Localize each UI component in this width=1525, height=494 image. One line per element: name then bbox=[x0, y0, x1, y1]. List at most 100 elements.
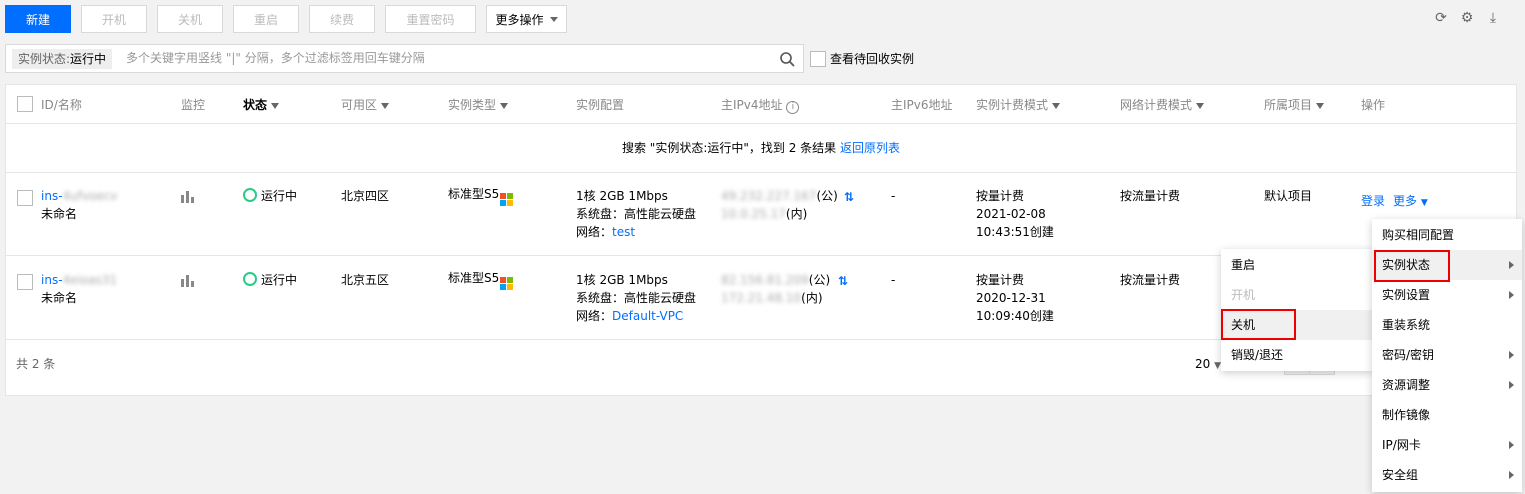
total-count: 共 2 条 bbox=[16, 357, 56, 371]
search-bar[interactable]: 实例状态:运行中 多个关键字用竖线 "|" 分隔，多个过滤标签用回车键分隔 bbox=[5, 44, 804, 73]
filter-tag[interactable]: 实例状态:运行中 bbox=[12, 49, 113, 69]
start-button[interactable]: 开机 bbox=[81, 5, 147, 33]
instance-id-prefix: ins- bbox=[41, 189, 63, 203]
private-ip: 172.21.48.10(内) bbox=[721, 289, 823, 307]
private-ip-suffix: (内) bbox=[801, 291, 823, 305]
billing-date: 2021-02-08 bbox=[976, 207, 1046, 221]
menu-item-security-group[interactable]: 安全组 bbox=[1372, 460, 1522, 490]
instance-type: 标准型S5 bbox=[448, 185, 514, 206]
billing-time: 10:43:51创建 bbox=[976, 225, 1054, 239]
col-ipv6: 主IPv6地址 bbox=[891, 98, 953, 112]
new-button[interactable]: 新建 bbox=[5, 5, 71, 33]
menu-item-restart[interactable]: 重启 bbox=[1221, 250, 1373, 280]
filter-icon[interactable] bbox=[500, 102, 509, 109]
public-ip-value: 49.232.227.167 bbox=[721, 189, 817, 203]
download-icon[interactable]: ⤓ bbox=[1485, 10, 1501, 26]
switch-ip-icon[interactable]: ⇅ bbox=[838, 272, 848, 290]
menu-item-password-key[interactable]: 密码/密钥 bbox=[1372, 340, 1522, 370]
menu-item-create-image[interactable]: 制作镜像 bbox=[1372, 400, 1522, 430]
col-net-billing[interactable]: 网络计费模式 bbox=[1120, 96, 1205, 113]
menu-item-instance-settings[interactable]: 实例设置 bbox=[1372, 280, 1522, 310]
search-result-text: 搜索 "实例状态:运行中"，找到 2 条结果 bbox=[621, 141, 837, 155]
menu-item-resource-adjust-label: 资源调整 bbox=[1382, 378, 1431, 392]
windows-icon bbox=[500, 193, 514, 206]
login-link[interactable]: 登录 bbox=[1361, 192, 1385, 210]
instance-type-text: 标准型S5 bbox=[448, 187, 500, 201]
config-spec: 1核 2GB 1Mbps bbox=[576, 273, 668, 287]
row-checkbox[interactable] bbox=[17, 190, 33, 206]
project: 默认项目 bbox=[1264, 189, 1313, 203]
instance-id-link[interactable]: ins-4ufvoecv bbox=[41, 187, 118, 205]
caret-down-icon: ▼ bbox=[1420, 198, 1428, 208]
public-ip: 82.156.81.209(公) bbox=[721, 271, 830, 289]
col-billing-label: 实例计费模式 bbox=[976, 98, 1049, 112]
menu-item-instance-settings-label: 实例设置 bbox=[1382, 288, 1431, 302]
chevron-right-icon bbox=[1509, 381, 1514, 389]
col-status[interactable]: 状态 bbox=[243, 96, 280, 113]
col-zone[interactable]: 可用区 bbox=[341, 96, 390, 113]
stop-button[interactable]: 关机 bbox=[157, 5, 223, 33]
config-spec: 1核 2GB 1Mbps bbox=[576, 189, 668, 203]
menu-item-resource-adjust[interactable]: 资源调整 bbox=[1372, 370, 1522, 400]
recycle-label: 查看待回收实例 bbox=[830, 52, 915, 66]
chevron-down-icon bbox=[549, 16, 558, 22]
highlight-stop bbox=[1221, 309, 1296, 340]
highlight-instance-status bbox=[1374, 250, 1450, 282]
menu-item-password-key-label: 密码/密钥 bbox=[1382, 348, 1435, 362]
instance-id-link[interactable]: ins-4eioas31 bbox=[41, 271, 117, 289]
filter-icon[interactable] bbox=[1052, 102, 1061, 109]
page-size-select[interactable]: 20 ▼ bbox=[1195, 355, 1221, 375]
col-zone-label: 可用区 bbox=[341, 98, 378, 112]
restart-button[interactable]: 重启 bbox=[233, 5, 299, 33]
network-link[interactable]: test bbox=[612, 225, 635, 239]
filter-icon[interactable] bbox=[1196, 102, 1205, 109]
search-icon[interactable] bbox=[779, 51, 795, 67]
instance-id-rest: 4eioas31 bbox=[62, 273, 118, 287]
private-ip-value: 172.21.48.10 bbox=[721, 291, 802, 305]
chevron-right-icon bbox=[1509, 471, 1514, 479]
instance-type: 标准型S5 bbox=[448, 269, 514, 290]
config-disk: 系统盘：高性能云硬盘 bbox=[576, 207, 697, 221]
row-checkbox[interactable] bbox=[17, 274, 33, 290]
more-actions-label: 更多操作 bbox=[495, 12, 544, 27]
config-network: 网络：test bbox=[576, 223, 635, 241]
filter-icon[interactable] bbox=[1316, 102, 1325, 109]
col-billing[interactable]: 实例计费模式 bbox=[976, 96, 1061, 113]
col-project[interactable]: 所属项目 bbox=[1264, 96, 1325, 113]
menu-item-destroy[interactable]: 销毁/退还 bbox=[1221, 340, 1373, 370]
billing-date: 2020-12-31 bbox=[976, 291, 1046, 305]
col-type[interactable]: 实例类型 bbox=[448, 96, 509, 113]
recycle-checkbox[interactable] bbox=[810, 51, 826, 67]
chevron-right-icon bbox=[1509, 291, 1514, 299]
public-ip-value: 82.156.81.209 bbox=[721, 273, 809, 287]
menu-item-ip-nic-label: IP/网卡 bbox=[1382, 438, 1421, 452]
menu-item-reinstall[interactable]: 重装系统 bbox=[1372, 310, 1522, 340]
monitor-icon[interactable] bbox=[181, 275, 194, 287]
more-actions-dropdown[interactable]: 更多操作 bbox=[486, 5, 567, 33]
billing-mode: 按量计费 bbox=[976, 189, 1025, 203]
config-network: 网络：Default-VPC bbox=[576, 307, 683, 325]
network-link[interactable]: Default-VPC bbox=[612, 309, 683, 323]
filter-icon[interactable] bbox=[381, 102, 390, 109]
private-ip-value: 10.0.25.17 bbox=[721, 207, 786, 221]
switch-ip-icon[interactable]: ⇅ bbox=[844, 188, 854, 206]
back-to-list-link[interactable]: 返回原列表 bbox=[840, 141, 900, 155]
menu-item-ip-nic[interactable]: IP/网卡 bbox=[1372, 430, 1522, 460]
gear-icon[interactable]: ⚙ bbox=[1459, 10, 1475, 26]
billing-time: 10:09:40创建 bbox=[976, 309, 1054, 323]
public-ip-suffix: (公) bbox=[808, 273, 831, 287]
col-monitor: 监控 bbox=[181, 98, 206, 112]
chevron-right-icon bbox=[1509, 351, 1514, 359]
select-all-checkbox[interactable] bbox=[17, 96, 33, 112]
info-icon[interactable]: i bbox=[786, 101, 800, 114]
renew-button[interactable]: 续费 bbox=[309, 5, 375, 33]
menu-item-buy-same[interactable]: 购买相同配置 bbox=[1372, 220, 1522, 250]
monitor-icon[interactable] bbox=[181, 191, 194, 203]
reset-password-button[interactable]: 重置密码 bbox=[385, 5, 476, 33]
menu-item-start[interactable]: 开机 bbox=[1221, 280, 1373, 310]
more-link[interactable]: 更多 ▼ bbox=[1393, 192, 1428, 212]
filter-icon[interactable] bbox=[271, 102, 280, 109]
status-badge: 运行中 bbox=[243, 187, 297, 205]
status-text: 运行中 bbox=[261, 273, 298, 287]
refresh-icon[interactable]: ⟳ bbox=[1433, 10, 1449, 26]
